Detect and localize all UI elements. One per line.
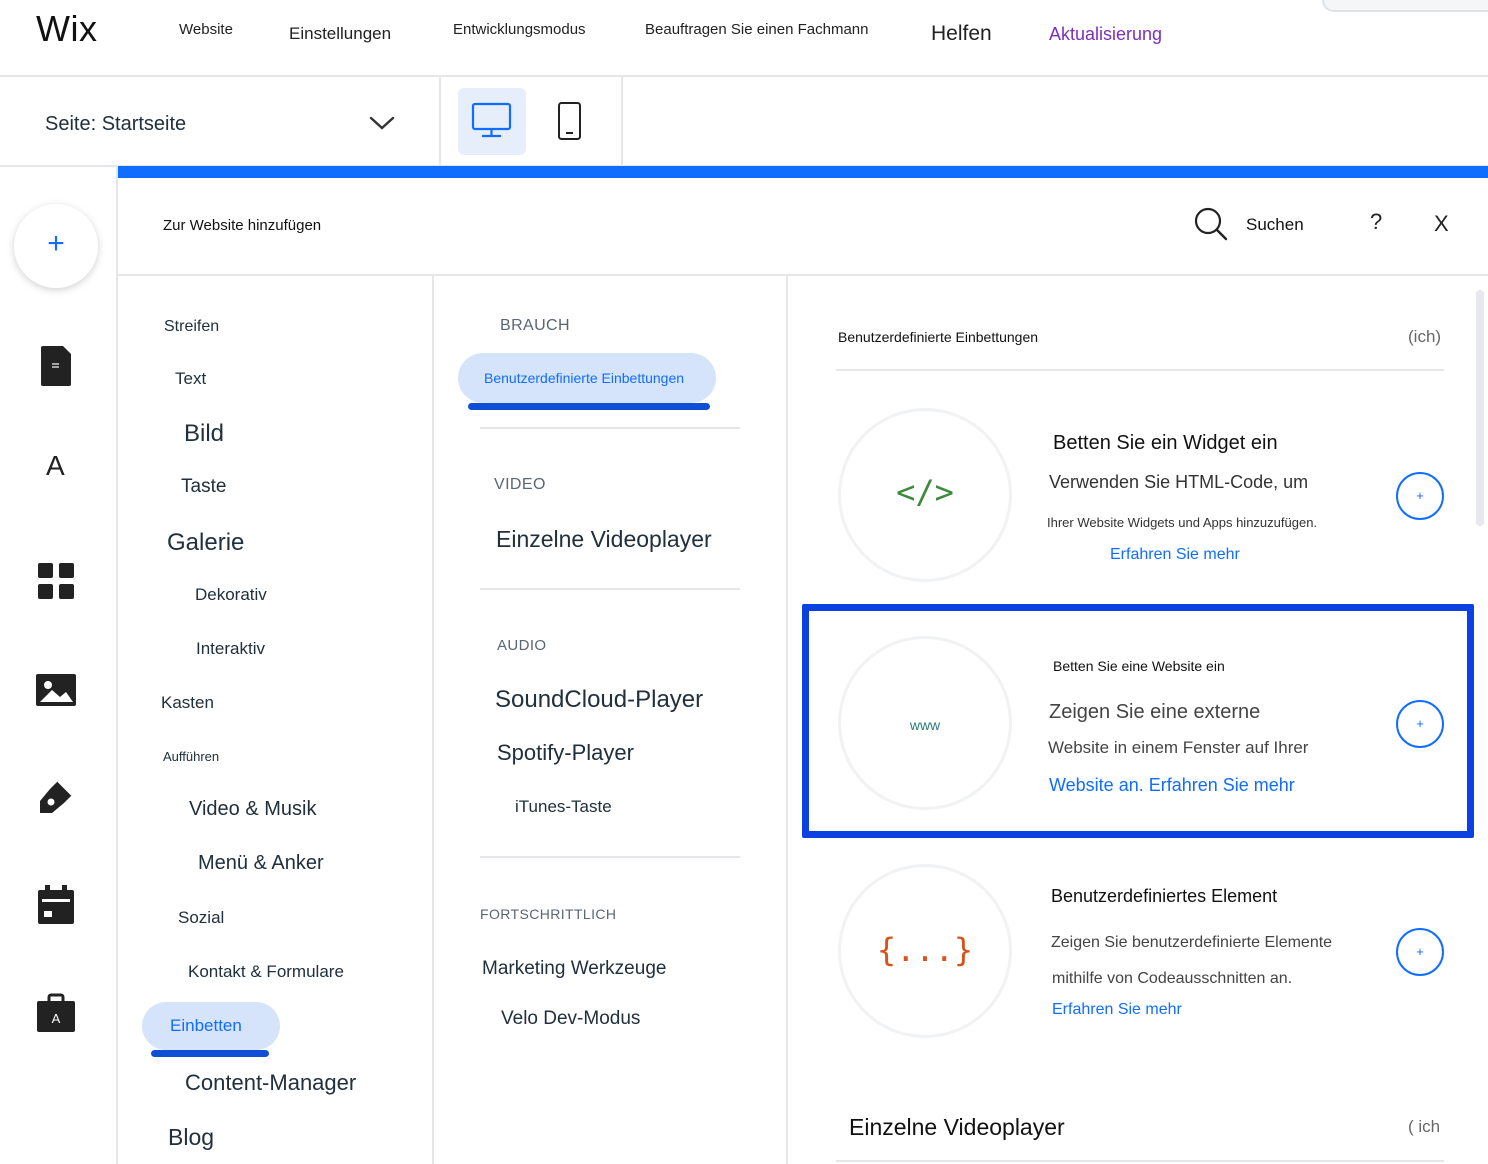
selected-underline <box>151 1050 269 1057</box>
pen-tool-icon[interactable] <box>36 777 76 817</box>
section-title: AUDIO <box>497 637 547 654</box>
subcategory-item[interactable]: Einzelne Videoplayer <box>496 526 712 553</box>
info-icon[interactable]: ( ich <box>1408 1117 1440 1137</box>
category-item[interactable]: Sozial <box>178 908 224 928</box>
corner-tab[interactable] <box>1322 0 1488 12</box>
category-item[interactable]: Blog <box>168 1124 214 1151</box>
card-title: Betten Sie ein Widget ein <box>1053 432 1278 454</box>
page-bar: Seite: Startseite <box>0 77 1488 167</box>
divider <box>480 427 740 429</box>
learn-more-link[interactable]: Website an. Erfahren Sie mehr <box>1049 775 1295 796</box>
category-item[interactable]: Video & Musik <box>189 798 316 821</box>
subcategory-item[interactable]: Marketing Werkzeuge <box>482 958 666 980</box>
calendar-icon[interactable] <box>36 885 76 925</box>
card-title: Benutzerdefiniertes Element <box>1051 886 1278 906</box>
card-title: Betten Sie eine Website ein <box>1053 658 1225 674</box>
category-item[interactable]: Menü & Anker <box>198 852 324 875</box>
subcategory-custom-embeds[interactable]: Benutzerdefinierte Einbettungen <box>484 370 684 386</box>
menu-settings[interactable]: Einstellungen <box>289 24 391 44</box>
device-switcher <box>441 77 623 167</box>
subcategory-item[interactable]: Velo Dev-Modus <box>501 1008 640 1030</box>
search-icon[interactable] <box>1193 206 1229 242</box>
learn-more-link[interactable]: Erfahren Sie mehr <box>1110 546 1240 564</box>
desktop-view-button[interactable] <box>458 88 526 155</box>
www-icon: www <box>909 717 941 733</box>
category-item[interactable]: Streifen <box>164 318 219 336</box>
text-style-icon[interactable]: A <box>46 450 65 482</box>
element-preview-list: Benutzerdefinierte Einbettungen (ich) </… <box>788 276 1488 1164</box>
add-elements-button[interactable]: + <box>14 204 98 288</box>
divider <box>836 369 1444 371</box>
category-item[interactable]: Content-Manager <box>185 1070 356 1096</box>
widget-preview[interactable]: </> <box>838 408 1012 582</box>
category-list: Streifen Text Bild Taste Galerie Dekorat… <box>118 276 434 1164</box>
category-item[interactable]: Interaktiv <box>196 639 265 659</box>
desktop-icon <box>471 102 512 138</box>
category-item[interactable]: Dekorativ <box>195 585 267 605</box>
section-title: Benutzerdefinierte Einbettungen <box>838 329 1039 345</box>
curly-braces-icon: {...} <box>876 931 974 969</box>
section-title: VIDEO <box>494 476 546 493</box>
apps-icon[interactable] <box>36 561 76 601</box>
chevron-down-icon[interactable] <box>368 109 396 137</box>
divider <box>480 856 740 858</box>
subcategory-item[interactable]: iTunes-Taste <box>515 797 612 817</box>
menu-website[interactable]: Website <box>179 21 233 38</box>
menu-hire-professional[interactable]: Beauftragen Sie einen Fachmann <box>645 21 868 38</box>
category-item-embed[interactable]: Einbetten <box>170 1016 242 1036</box>
svg-text:A: A <box>52 1011 61 1026</box>
category-item[interactable]: Kontakt & Formulare <box>188 962 344 982</box>
category-item[interactable]: Text <box>175 369 206 389</box>
page-label: Seite: Startseite <box>45 113 187 135</box>
top-bar: Wix Website Einstellungen Entwicklungsmo… <box>0 0 1488 77</box>
divider <box>480 588 740 590</box>
category-item[interactable]: Galerie <box>167 529 244 557</box>
divider <box>836 1160 1444 1162</box>
menu-help[interactable]: Helfen <box>931 22 992 46</box>
card-description: Verwenden Sie HTML-Code, um <box>1049 472 1309 492</box>
code-icon: </> <box>896 473 954 511</box>
panel-accent-bar <box>118 166 1488 178</box>
mobile-icon <box>558 102 581 140</box>
card-description: Ihrer Website Widgets und Apps hinzuzufü… <box>1047 515 1318 530</box>
pages-icon[interactable] <box>39 344 73 388</box>
page-selector[interactable]: Seite: Startseite <box>0 77 441 167</box>
custom-element-preview[interactable]: {...} <box>838 864 1012 1038</box>
left-rail: + A A <box>0 167 118 1164</box>
add-website-button[interactable]: + <box>1396 700 1444 748</box>
card-description: Zeigen Sie eine externe <box>1049 701 1261 723</box>
business-icon[interactable]: A <box>36 993 76 1033</box>
learn-more-link[interactable]: Erfahren Sie mehr <box>1052 1001 1182 1019</box>
subcategory-list: BRAUCH Benutzerdefinierte Einbettungen V… <box>434 276 788 1164</box>
add-custom-element-button[interactable]: + <box>1396 928 1444 976</box>
category-item[interactable]: Taste <box>181 476 226 498</box>
menu-dev-mode[interactable]: Entwicklungsmodus <box>453 21 586 38</box>
close-icon[interactable]: X <box>1434 211 1449 237</box>
info-icon[interactable]: (ich) <box>1408 327 1441 347</box>
add-widget-button[interactable]: + <box>1396 472 1444 520</box>
section-title: BRAUCH <box>500 317 570 334</box>
card-description: Zeigen Sie benutzerdefinierte Elemente <box>1051 934 1333 951</box>
website-preview[interactable]: www <box>838 636 1012 810</box>
category-item[interactable]: Aufführen <box>163 749 219 764</box>
category-item[interactable]: Kasten <box>161 693 214 713</box>
help-icon[interactable]: ? <box>1370 209 1382 235</box>
media-icon[interactable] <box>36 670 76 710</box>
card-description: mithilfe von Codeausschnitten an. <box>1052 970 1293 987</box>
wix-logo[interactable]: Wix <box>36 8 97 50</box>
subcategory-item[interactable]: Spotify-Player <box>497 740 634 766</box>
section-title: FORTSCHRITTLICH <box>480 906 617 922</box>
menu-upgrade[interactable]: Aktualisierung <box>1049 24 1162 45</box>
section-title: Einzelne Videoplayer <box>849 1114 1065 1140</box>
category-item[interactable]: Bild <box>184 420 224 448</box>
panel-title: Zur Website hinzufügen <box>163 217 322 234</box>
selected-underline <box>468 403 710 410</box>
search-button[interactable]: Suchen <box>1246 215 1304 235</box>
mobile-view-button[interactable] <box>549 88 589 155</box>
add-panel-header: Zur Website hinzufügen Suchen ? X <box>118 178 1488 276</box>
card-description: Website in einem Fenster auf Ihrer <box>1048 738 1309 757</box>
scrollbar[interactable] <box>1476 290 1484 526</box>
subcategory-item[interactable]: SoundCloud-Player <box>495 686 703 714</box>
